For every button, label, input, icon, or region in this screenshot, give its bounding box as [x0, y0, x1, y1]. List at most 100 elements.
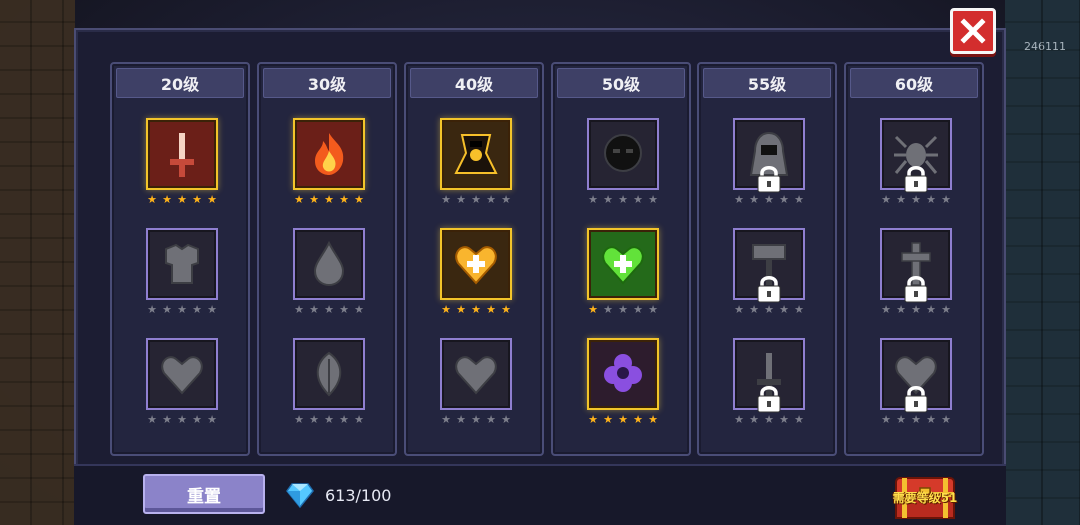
- armor-icon: [165, 243, 199, 284]
- star-rating: ★ ★ ★ ★ ★: [146, 303, 218, 316]
- reset-button[interactable]: 重置: [143, 474, 265, 514]
- lock-icon: [904, 166, 928, 193]
- sword-icon: [170, 133, 194, 177]
- star-icon: ★: [486, 413, 496, 426]
- lock-icon: [757, 276, 781, 303]
- tier-column: 60级 ★ ★ ★ ★ ★ ★ ★ ★ ★ ★ ★ ★ ★ ★ ★: [844, 62, 984, 456]
- star-icon: ★: [779, 413, 789, 426]
- star-rating: ★ ★ ★ ★ ★: [733, 303, 805, 316]
- close-button[interactable]: [950, 8, 996, 54]
- star-icon: ★: [354, 193, 364, 206]
- star-rating: ★ ★ ★ ★ ★: [733, 413, 805, 426]
- star-rating: ★ ★ ★ ★ ★: [880, 413, 952, 426]
- talent-slot[interactable]: ★ ★ ★ ★ ★: [293, 338, 365, 425]
- talent-slot[interactable]: ★ ★ ★ ★ ★: [733, 228, 805, 315]
- star-icon: ★: [147, 193, 157, 206]
- star-icon: ★: [749, 413, 759, 426]
- star-rating: ★ ★ ★ ★ ★: [587, 303, 659, 316]
- talent-slot[interactable]: ★ ★ ★ ★ ★: [733, 118, 805, 205]
- star-icon: ★: [911, 193, 921, 206]
- star-icon: ★: [177, 303, 187, 316]
- tier-level-label: 50级: [557, 68, 685, 98]
- star-icon: ★: [207, 303, 217, 316]
- star-icon: ★: [486, 193, 496, 206]
- tier-column: 40级 ★ ★ ★ ★ ★ ★ ★ ★ ★ ★ ★ ★ ★ ★ ★: [404, 62, 544, 456]
- star-icon: ★: [911, 413, 921, 426]
- talent-slot[interactable]: ★ ★ ★ ★ ★: [293, 118, 365, 205]
- star-rating: ★ ★ ★ ★ ★: [293, 303, 365, 316]
- tier-level-label: 20级: [116, 68, 244, 98]
- star-icon: ★: [294, 303, 304, 316]
- talent-slot[interactable]: ★ ★ ★ ★ ★: [880, 338, 952, 425]
- talent-slot[interactable]: ★ ★ ★ ★ ★: [733, 338, 805, 425]
- star-icon: ★: [177, 413, 187, 426]
- star-icon: ★: [588, 193, 598, 206]
- close-x-icon: [960, 18, 986, 44]
- star-icon: ★: [926, 413, 936, 426]
- talent-slot[interactable]: ★ ★ ★ ★ ★: [880, 118, 952, 205]
- talent-slot[interactable]: ★ ★ ★ ★ ★: [587, 228, 659, 315]
- star-icon: ★: [896, 303, 906, 316]
- star-icon: ★: [471, 413, 481, 426]
- star-icon: ★: [603, 413, 613, 426]
- star-icon: ★: [911, 303, 921, 316]
- star-icon: ★: [749, 303, 759, 316]
- star-icon: ★: [734, 303, 744, 316]
- talent-slot[interactable]: ★ ★ ★ ★ ★: [293, 228, 365, 315]
- star-icon: ★: [162, 303, 172, 316]
- talent-slot[interactable]: ★ ★ ★ ★ ★: [146, 338, 218, 425]
- star-rating: ★ ★ ★ ★ ★: [440, 413, 512, 426]
- dark-cloak-icon: [454, 134, 498, 174]
- star-rating: ★ ★ ★ ★ ★: [880, 303, 952, 316]
- star-icon: ★: [147, 303, 157, 316]
- star-icon: ★: [941, 303, 951, 316]
- talent-slot[interactable]: ★ ★ ★ ★ ★: [146, 228, 218, 315]
- star-icon: ★: [633, 303, 643, 316]
- heart-plus-icon: [602, 246, 644, 285]
- tier-level-label: 40级: [410, 68, 538, 98]
- tier-level-label: 60级: [850, 68, 978, 98]
- tier-level-label: 55级: [703, 68, 831, 98]
- leaf-icon: [316, 351, 342, 397]
- talent-slot[interactable]: ★ ★ ★ ★ ★: [146, 118, 218, 205]
- star-icon: ★: [324, 413, 334, 426]
- heart-icon: [161, 356, 203, 395]
- heart-icon: [455, 356, 497, 395]
- star-icon: ★: [339, 193, 349, 206]
- talent-slot[interactable]: ★ ★ ★ ★ ★: [587, 118, 659, 205]
- star-icon: ★: [441, 303, 451, 316]
- star-rating: ★ ★ ★ ★ ★: [440, 193, 512, 206]
- star-icon: ★: [618, 413, 628, 426]
- star-icon: ★: [207, 193, 217, 206]
- talent-slot[interactable]: ★ ★ ★ ★ ★: [880, 228, 952, 315]
- star-icon: ★: [324, 303, 334, 316]
- talent-slot[interactable]: ★ ★ ★ ★ ★: [587, 338, 659, 425]
- star-icon: ★: [648, 303, 658, 316]
- star-icon: ★: [177, 193, 187, 206]
- heart-plus-icon: [455, 246, 497, 285]
- lock-icon: [757, 166, 781, 193]
- star-icon: ★: [162, 193, 172, 206]
- chest-requirement-label: 需要等级51: [892, 491, 958, 505]
- star-icon: ★: [456, 303, 466, 316]
- star-icon: ★: [471, 193, 481, 206]
- star-icon: ★: [734, 193, 744, 206]
- star-icon: ★: [456, 413, 466, 426]
- star-rating: ★ ★ ★ ★ ★: [587, 193, 659, 206]
- talent-slot[interactable]: ★ ★ ★ ★ ★: [440, 228, 512, 315]
- star-rating: ★ ★ ★ ★ ★: [293, 413, 365, 426]
- lock-icon: [904, 386, 928, 413]
- talent-slot[interactable]: ★ ★ ★ ★ ★: [440, 118, 512, 205]
- star-icon: ★: [339, 303, 349, 316]
- star-icon: ★: [648, 193, 658, 206]
- star-icon: ★: [309, 303, 319, 316]
- talent-screen: 246111 20级 ★ ★ ★ ★ ★ ★ ★ ★ ★ ★ ★ ★ ★ ★ ★ 30级 ★ ★ ★ ★ ★ ★ ★…: [0, 0, 1080, 525]
- star-icon: ★: [471, 303, 481, 316]
- star-icon: ★: [618, 193, 628, 206]
- lock-icon: [904, 276, 928, 303]
- talent-slot[interactable]: ★ ★ ★ ★ ★: [440, 338, 512, 425]
- star-icon: ★: [749, 193, 759, 206]
- star-icon: ★: [779, 303, 789, 316]
- star-icon: ★: [192, 413, 202, 426]
- star-icon: ★: [339, 413, 349, 426]
